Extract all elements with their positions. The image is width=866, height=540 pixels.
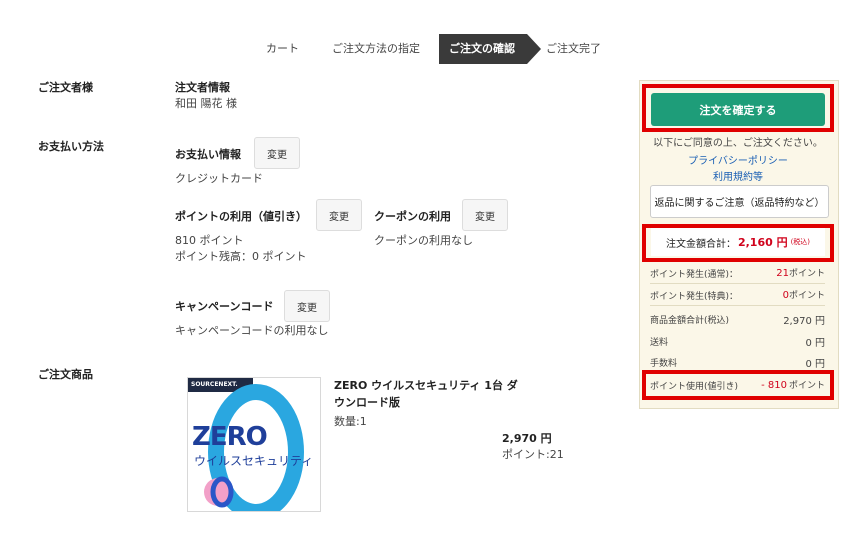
product-logo-text: ZERO: [192, 422, 268, 452]
points-balance: ポイント残高：0 ポイント: [175, 250, 307, 263]
summary-row-label: 商品金額合計(税込): [650, 316, 730, 326]
product-quantity: 数量:1: [334, 415, 367, 428]
payment-info-heading: お支払い情報: [175, 148, 241, 161]
campaign-value: キャンペーンコードの利用なし: [175, 324, 329, 337]
payment-info-value: クレジットカード: [175, 172, 263, 185]
payment-change-button[interactable]: 変更: [254, 137, 300, 169]
summary-row-value: 2,970 円: [783, 316, 825, 327]
coupon-value: クーポンの利用なし: [374, 234, 473, 247]
highlight-confirm: [642, 84, 834, 132]
step-order-confirm: ご注文の確認: [439, 34, 541, 64]
orderer-section-label: ご注文者様: [38, 81, 93, 94]
step-order-complete: ご注文完了: [546, 42, 601, 55]
summary-row-unit: ポイント: [788, 291, 825, 301]
orderer-name: 和田 陽花 様: [175, 97, 237, 110]
campaign-change-button[interactable]: 変更: [284, 290, 330, 322]
summary-row-points-bonus: ポイント発生(特典)： 0ポイント: [650, 285, 825, 306]
step-order-method: ご注文方法の指定: [332, 42, 420, 55]
summary-row-fee: 手数料 0 円: [650, 352, 825, 372]
highlight-points-used: [642, 370, 834, 400]
product-price: 2,970 円: [502, 432, 552, 445]
orderer-heading: 注文者情報: [175, 81, 230, 94]
summary-row-label: ポイント発生(特典)：: [650, 292, 739, 302]
product-points: ポイント:21: [502, 448, 564, 461]
points-change-button[interactable]: 変更: [316, 199, 362, 231]
product-logo-subtext: ウイルスセキュリティ: [194, 454, 314, 468]
summary-row-shipping: 送料 0 円: [650, 331, 825, 351]
payment-section-label: お支払い方法: [38, 140, 104, 153]
return-notice-button[interactable]: 返品に関するご注意（返品特約など）: [650, 185, 829, 218]
product-image: SOURCENEXT. ZERO ウイルスセキュリティ: [187, 377, 321, 512]
coupon-change-button[interactable]: 変更: [462, 199, 508, 231]
step-cart: カート: [266, 42, 299, 55]
summary-row-value: 0 円: [805, 338, 825, 349]
campaign-heading: キャンペーンコード: [175, 300, 274, 313]
summary-row-value: 0 円: [805, 359, 825, 370]
highlight-total: [642, 224, 834, 262]
summary-row-label: ポイント発生(通常)：: [650, 270, 739, 280]
points-used: 810 ポイント: [175, 234, 244, 247]
terms-link[interactable]: 利用規約等: [639, 168, 837, 183]
privacy-policy-link[interactable]: プライバシーポリシー: [639, 152, 837, 167]
summary-row-points-normal: ポイント発生(通常)： 21ポイント: [650, 263, 825, 284]
points-heading: ポイントの利用（値引き）: [175, 210, 307, 223]
agree-notice: 以下にご同意の上、ご注文ください。: [653, 138, 823, 149]
summary-row-label: 手数料: [650, 359, 678, 369]
coupon-heading: クーポンの利用: [374, 210, 451, 223]
product-name: ZERO ウイルスセキュリティ 1台 ダウンロード版: [334, 379, 518, 409]
summary-row-unit: ポイント: [788, 269, 825, 279]
product-section-label: ご注文商品: [38, 368, 93, 381]
summary-row-num: 21: [776, 268, 789, 279]
summary-row-subtotal: 商品金額合計(税込) 2,970 円: [650, 309, 825, 329]
summary-row-label: 送料: [650, 338, 669, 348]
